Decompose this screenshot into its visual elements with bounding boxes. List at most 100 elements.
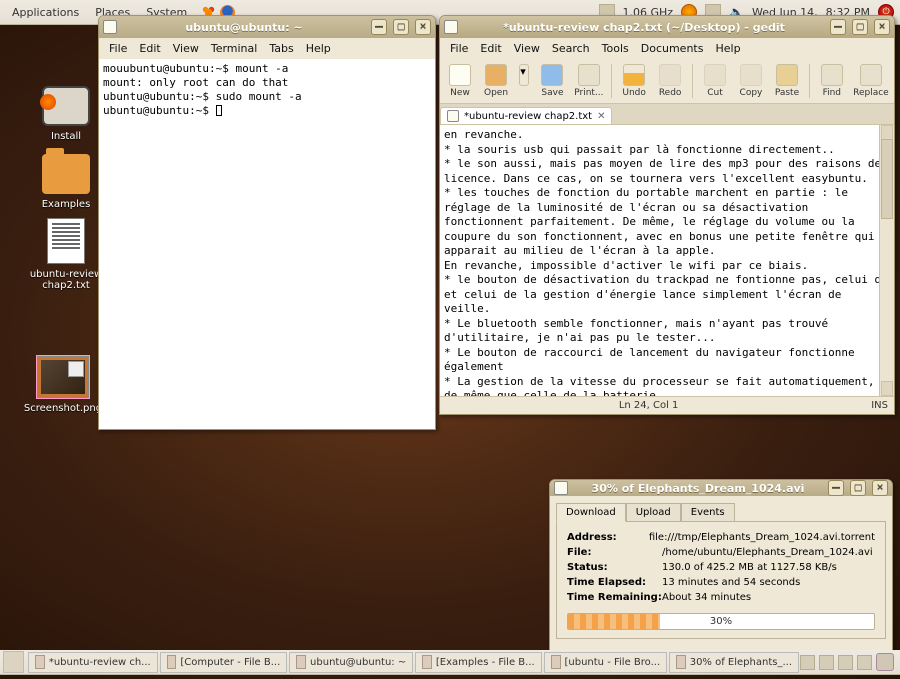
value-status: 130.0 of 425.2 MB at 1127.58 KB/s <box>662 562 837 573</box>
close-button[interactable]: ✕ <box>415 19 431 35</box>
term-menu-terminal[interactable]: Terminal <box>205 40 264 57</box>
minimize-button[interactable]: — <box>828 480 844 496</box>
replace-button[interactable]: Replace <box>852 62 890 100</box>
taskbar-item[interactable]: *ubuntu-review ch... <box>28 652 157 673</box>
scrollbar[interactable] <box>879 125 894 396</box>
document-label: ubuntu-review chap2.txt <box>30 269 102 291</box>
minimize-button[interactable]: — <box>371 19 387 35</box>
gedit-tabstrip: *ubuntu-review chap2.txt ✕ <box>440 104 894 125</box>
undo-button[interactable]: Undo <box>618 62 650 100</box>
taskbar-item[interactable]: [ubuntu - File Bro... <box>544 652 667 673</box>
insert-mode: INS <box>871 400 888 411</box>
gedit-menu-view[interactable]: View <box>508 40 546 57</box>
paste-button[interactable]: Paste <box>771 62 803 100</box>
copy-icon <box>740 64 762 86</box>
workspace-switcher[interactable] <box>800 655 815 670</box>
term-menu-edit[interactable]: Edit <box>133 40 166 57</box>
undo-icon <box>623 64 645 86</box>
label-address: Address: <box>567 532 649 543</box>
menu-applications[interactable]: Applications <box>4 2 87 23</box>
screenshot-label: Screenshot.png <box>24 403 102 414</box>
tab-upload[interactable]: Upload <box>626 503 681 522</box>
term-menu-tabs[interactable]: Tabs <box>263 40 299 57</box>
value-elapsed: 13 minutes and 54 seconds <box>662 577 800 588</box>
document-icon <box>47 218 85 264</box>
show-desktop-button[interactable] <box>3 651 24 673</box>
print-button[interactable]: Print... <box>572 62 605 100</box>
gedit-menu-edit[interactable]: Edit <box>474 40 507 57</box>
gedit-menu-help[interactable]: Help <box>709 40 746 57</box>
progress-bar: 30% <box>567 613 875 630</box>
save-icon <box>541 64 563 86</box>
gedit-statusbar: Ln 24, Col 1 INS <box>440 396 894 414</box>
window-icon <box>422 655 432 669</box>
gedit-menu-file[interactable]: File <box>444 40 474 57</box>
gedit-menubar: File Edit View Search Tools Documents He… <box>440 38 894 59</box>
workspace-switcher[interactable] <box>857 655 872 670</box>
terminal-icon <box>103 20 117 34</box>
terminal-titlebar[interactable]: ubuntu@ubuntu: ~ — ▢ ✕ <box>99 16 435 38</box>
redo-icon <box>659 64 681 86</box>
download-titlebar[interactable]: 30% of Elephants_Dream_1024.avi — ▢ ✕ <box>550 480 892 496</box>
window-icon <box>551 655 561 669</box>
value-file: /home/ubuntu/Elephants_Dream_1024.avi <box>662 547 873 558</box>
notification-area <box>800 653 900 671</box>
tab-close-icon[interactable]: ✕ <box>597 111 605 122</box>
maximize-button[interactable]: ▢ <box>852 19 868 35</box>
tab-download[interactable]: Download <box>556 503 626 522</box>
new-button[interactable]: New <box>444 62 476 100</box>
gedit-titlebar[interactable]: *ubuntu-review chap2.txt (~/Desktop) - g… <box>440 16 894 38</box>
term-menu-help[interactable]: Help <box>300 40 337 57</box>
gedit-menu-documents[interactable]: Documents <box>635 40 710 57</box>
find-button[interactable]: Find <box>816 62 848 100</box>
workspace-switcher[interactable] <box>819 655 834 670</box>
download-tabs: Download Upload Events <box>550 496 892 521</box>
label-file: File: <box>567 547 662 558</box>
scrollbar-thumb[interactable] <box>881 139 893 219</box>
install-icon <box>42 86 90 126</box>
minimize-button[interactable]: — <box>830 19 846 35</box>
examples-label: Examples <box>42 199 91 210</box>
tab-doc-icon <box>447 110 459 122</box>
close-button[interactable]: ✕ <box>874 19 890 35</box>
desktop-icon-screenshot[interactable]: Screenshot.png <box>17 356 109 414</box>
document-tab[interactable]: *ubuntu-review chap2.txt ✕ <box>440 107 612 124</box>
cut-button: Cut <box>699 62 731 100</box>
gedit-menu-tools[interactable]: Tools <box>596 40 635 57</box>
open-button[interactable]: Open <box>480 62 512 100</box>
term-menu-view[interactable]: View <box>167 40 205 57</box>
terminal-body[interactable]: mouubuntu@ubuntu:~$ mount -a mount: only… <box>99 59 435 429</box>
gedit-menu-search[interactable]: Search <box>546 40 596 57</box>
tab-events[interactable]: Events <box>681 503 735 522</box>
tab-label: *ubuntu-review chap2.txt <box>464 111 592 122</box>
paste-icon <box>776 64 798 86</box>
label-remaining: Time Remaining: <box>567 592 662 603</box>
download-pane: Address:file:///tmp/Elephants_Dream_1024… <box>556 521 886 639</box>
close-button[interactable]: ✕ <box>872 480 888 496</box>
taskbar-item[interactable]: [Computer - File B... <box>160 652 288 673</box>
find-icon <box>821 64 843 86</box>
value-remaining: About 34 minutes <box>662 592 751 603</box>
workspace-switcher[interactable] <box>838 655 853 670</box>
screenshot-icon <box>37 356 89 398</box>
caret-position: Ln 24, Col 1 <box>619 400 679 411</box>
download-app-icon <box>554 481 568 495</box>
terminal-title: ubuntu@ubuntu: ~ <box>123 21 365 34</box>
terminal-cursor <box>216 105 222 116</box>
gedit-title: *ubuntu-review chap2.txt (~/Desktop) - g… <box>464 21 824 34</box>
maximize-button[interactable]: ▢ <box>850 480 866 496</box>
trash-icon[interactable] <box>876 653 894 671</box>
label-status: Status: <box>567 562 662 573</box>
terminal-menubar: File Edit View Terminal Tabs Help <box>99 38 435 59</box>
maximize-button[interactable]: ▢ <box>393 19 409 35</box>
term-menu-file[interactable]: File <box>103 40 133 57</box>
redo-button: Redo <box>654 62 686 100</box>
cut-icon <box>704 64 726 86</box>
save-button[interactable]: Save <box>536 62 568 100</box>
value-address: file:///tmp/Elephants_Dream_1024.avi.tor… <box>649 532 875 543</box>
taskbar-item[interactable]: ubuntu@ubuntu: ~ <box>289 652 413 673</box>
gedit-document[interactable]: en revanche. * la souris usb qui passait… <box>440 125 894 396</box>
open-menu-button[interactable]: ▾ <box>516 62 532 100</box>
taskbar-item[interactable]: 30% of Elephants_... <box>669 652 799 673</box>
taskbar-item[interactable]: [Examples - File B... <box>415 652 541 673</box>
